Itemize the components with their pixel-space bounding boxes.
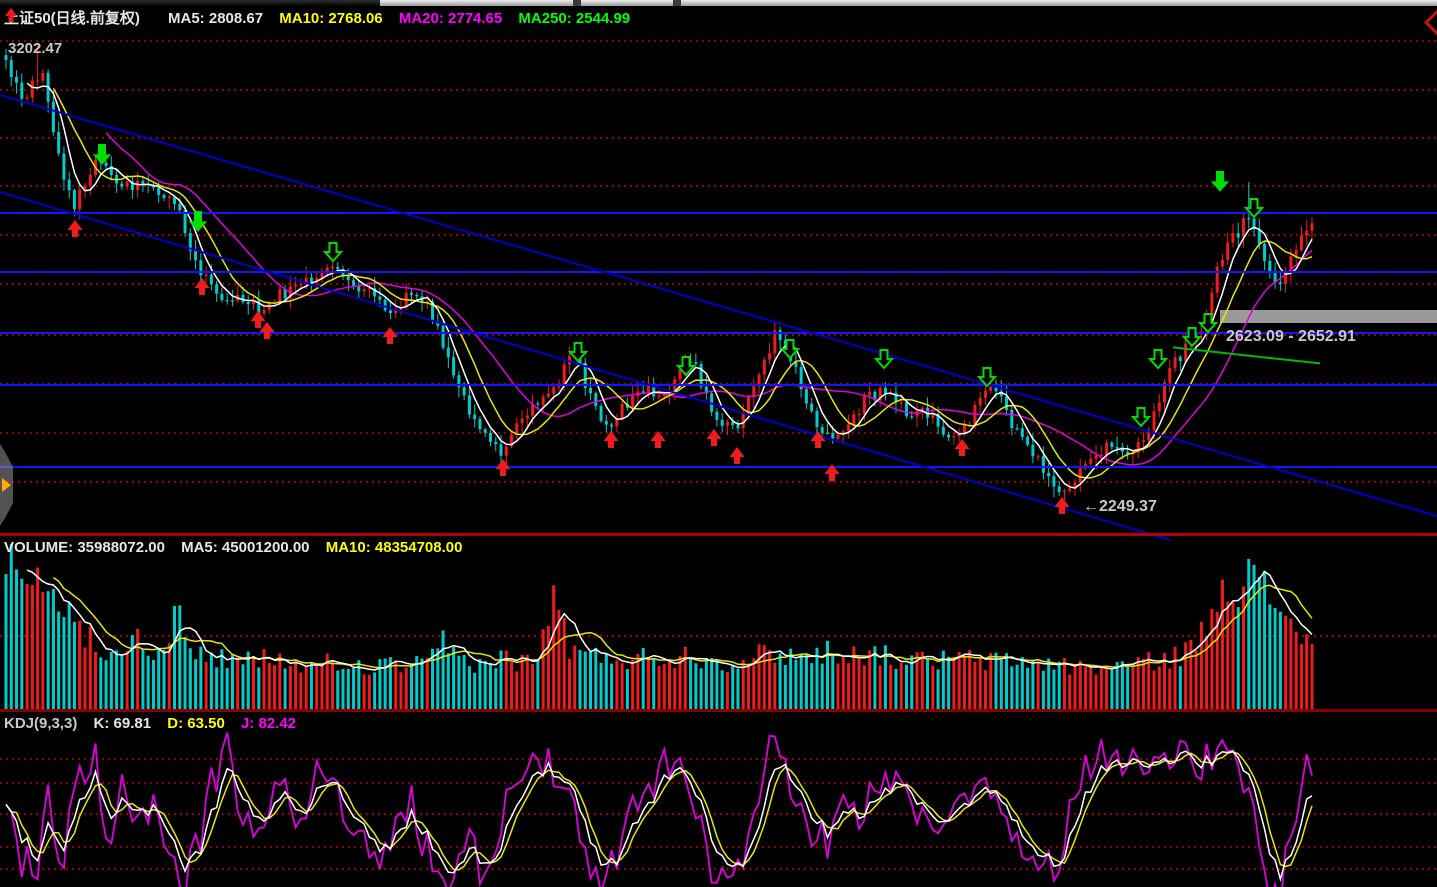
trading-app-window: 上证50(日线.前复权) MA5: 2808.67 MA10: 2768.06 … bbox=[0, 0, 1437, 887]
kdj-j-label: J: 82.42 bbox=[241, 715, 296, 732]
top-edge-notch bbox=[573, 0, 581, 6]
buy-signal-arrow bbox=[496, 459, 511, 476]
ma10-value-label: MA10: 2768.06 bbox=[279, 10, 382, 27]
ma20-value-label: MA20: 2774.65 bbox=[399, 10, 502, 27]
volume-value-label: VOLUME: 35988072.00 bbox=[4, 539, 165, 556]
sell-signal-arrow-hollow bbox=[570, 343, 586, 361]
volume-ma5-label: MA5: 45001200.00 bbox=[181, 539, 309, 556]
main-chart-layer[interactable] bbox=[0, 45, 1437, 540]
kdj-name-label: KDJ(9,3,3) bbox=[4, 715, 77, 732]
sell-signal-arrow-hollow bbox=[325, 243, 341, 261]
kdj-k-label: K: 69.81 bbox=[94, 715, 152, 732]
kdj-d-label: D: 63.50 bbox=[167, 715, 225, 732]
buy-signal-arrow bbox=[730, 447, 745, 464]
sell-signal-arrow-hollow bbox=[1184, 328, 1200, 346]
volume-panel-header: VOLUME: 35988072.00 MA5: 45001200.00 MA1… bbox=[4, 539, 474, 556]
ma250-value-label: MA250: 2544.99 bbox=[518, 10, 630, 27]
gridlines-layer bbox=[0, 41, 1437, 869]
window-top-edge bbox=[0, 0, 1437, 6]
top-edge-notch bbox=[673, 0, 681, 6]
buy-signal-arrow bbox=[604, 431, 619, 448]
sell-signal-arrow bbox=[1211, 171, 1229, 192]
symbol-period-label: 上证50(日线.前复权) bbox=[4, 10, 140, 27]
volume-ma10-label: MA10: 48354708.00 bbox=[326, 539, 463, 556]
kdj-panel-header: KDJ(9,3,3) K: 69.81 D: 63.50 J: 82.42 bbox=[4, 715, 308, 732]
sell-signal-arrow bbox=[189, 211, 207, 232]
buy-signal-arrow bbox=[707, 429, 722, 446]
price-range-label: 2623.09 - 2652.91 bbox=[1226, 328, 1356, 346]
ma5-value-label: MA5: 2808.67 bbox=[168, 10, 263, 27]
buy-signal-arrow bbox=[68, 220, 83, 237]
trough-price-label: ←2249.37 bbox=[1083, 498, 1157, 516]
peak-price-label: 3202.47 bbox=[8, 40, 62, 57]
sell-signal-arrow-hollow bbox=[1150, 350, 1166, 368]
chart-canvas[interactable] bbox=[0, 0, 1437, 887]
main-chart-header: 上证50(日线.前复权) MA5: 2808.67 MA10: 2768.06 … bbox=[4, 7, 642, 28]
expand-arrow-icon bbox=[2, 478, 11, 492]
buy-signal-arrow bbox=[383, 327, 398, 344]
buy-signal-arrow bbox=[260, 322, 275, 339]
signal-arrows-layer bbox=[68, 144, 1263, 514]
buy-signal-arrow bbox=[1055, 497, 1070, 514]
buy-signal-arrow bbox=[195, 278, 210, 295]
sell-signal-arrow-hollow bbox=[1133, 408, 1149, 426]
kdj-layer[interactable] bbox=[6, 733, 1312, 887]
top-edge-dark-segment bbox=[0, 0, 380, 6]
buy-signal-arrow bbox=[651, 431, 666, 448]
volume-layer[interactable] bbox=[5, 544, 1314, 710]
buy-signal-arrow bbox=[251, 311, 266, 328]
buy-signal-arrow bbox=[955, 439, 970, 456]
